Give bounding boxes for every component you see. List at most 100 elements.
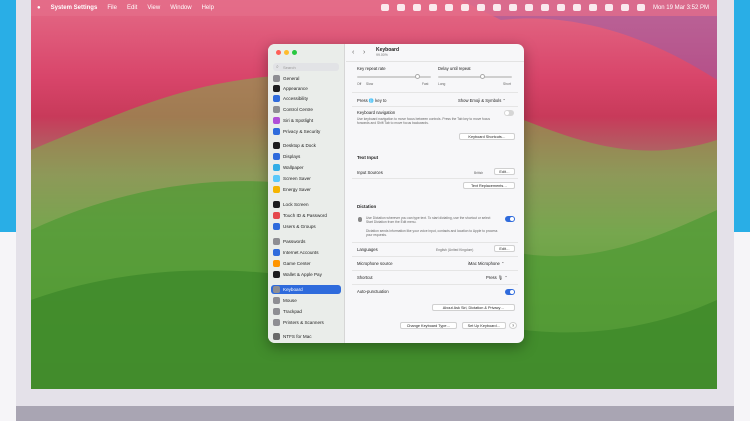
text-replacements-button[interactable]: Text Replacements… [463,182,515,189]
display-icon [273,153,280,160]
siri-icon[interactable] [636,4,645,11]
about-dictation-privacy-button[interactable]: About Ask Siri, Dictation & Privacy… [432,304,515,311]
delay-repeat-slider-knob[interactable] [479,74,485,79]
menu-window[interactable]: Window [170,5,191,11]
search-input[interactable]: ⌕ Search [273,63,339,71]
change-keyboard-type-button[interactable]: Change Keyboard Type… [400,322,457,329]
sidebar-item-displays[interactable]: Displays [271,152,341,161]
sidebar-item-appearance[interactable]: Appearance [271,84,341,93]
help-button[interactable]: ? [509,322,517,329]
keyboard-shortcuts-button[interactable]: Keyboard Shortcuts… [459,133,515,140]
shortcut-label: Shortcut [357,275,373,280]
shortcut-select[interactable]: Press 🎙 ⌃ [486,275,508,281]
sidebar-item-label: Game Center [283,261,311,266]
sidebar-item-printers-scanners[interactable]: Printers & Scanners [271,318,341,327]
menu-help[interactable]: Help [202,5,214,11]
divider [352,270,518,271]
sidebar-item-label: Wallet & Apple Pay [283,272,322,277]
minimize-button[interactable] [284,50,289,55]
pane-header: ‹ › Keyboard 99.00% [346,44,524,62]
status-icon-6[interactable] [460,4,469,11]
menubar-clock[interactable]: Mon 19 Mar 3:52 PM [653,5,709,11]
input-sources-edit-button[interactable]: Edit… [494,168,515,175]
input-sources-value: British [474,171,484,175]
menu-view[interactable]: View [147,5,160,11]
divider [352,284,518,285]
sidebar-item-label: Energy Saver [283,187,311,192]
microphone-source-select[interactable]: iMac Microphone ⌃ [468,261,505,266]
menu-bar: ● System Settings File Edit View Window … [31,0,717,16]
game-center-icon [273,260,280,267]
wallpaper-icon [273,164,280,171]
sidebar-item-privacy-security[interactable]: Privacy & Security [271,127,341,136]
control-centre-icon[interactable] [620,4,629,11]
set-up-keyboard-button[interactable]: Set Up Keyboard… [462,322,506,329]
sidebar-item-control-centre[interactable]: Control Centre [271,105,341,114]
apple-icon[interactable]: ● [37,5,41,11]
press-key-label-pre: Press [357,98,368,103]
key-repeat-slider-knob[interactable] [415,74,421,79]
status-icon-4[interactable] [428,4,437,11]
sidebar-item-label: Users & Groups [283,224,316,229]
sidebar-item-internet-accounts[interactable]: Internet Accounts [271,248,341,257]
wifi-icon[interactable] [588,4,597,11]
sidebar-item-mouse[interactable]: Mouse [271,296,341,305]
sidebar-item-energy-saver[interactable]: Energy Saver [271,185,341,194]
sidebar-item-ntfs-for-mac[interactable]: NTFS for Mac [271,332,341,341]
keyboard-navigation-toggle[interactable] [504,110,514,116]
languages-edit-button[interactable]: Edit… [494,245,515,252]
status-icon-11[interactable] [540,4,549,11]
sidebar-item-label: Screen Saver [283,176,311,181]
spotlight-icon[interactable] [604,4,613,11]
forward-chevron-icon[interactable]: › [363,49,365,56]
close-button[interactable] [276,50,281,55]
sidebar-item-general[interactable]: General [271,74,341,83]
status-icon-7[interactable] [476,4,485,11]
menu-file[interactable]: File [107,5,117,11]
status-icon-12[interactable] [556,4,565,11]
menu-system-settings[interactable]: System Settings [51,5,98,11]
sidebar-item-users-groups[interactable]: Users & Groups [271,222,341,231]
press-key-select[interactable]: Show Emoji & Symbols ⌃ [458,98,506,103]
hand-icon [273,128,280,135]
sidebar-item-siri-spotlight[interactable]: Siri & Spotlight [271,116,341,125]
status-icon-9[interactable] [508,4,517,11]
status-icon-2[interactable] [396,4,405,11]
sidebar-item-keyboard[interactable]: Keyboard [271,285,341,294]
sidebar-item-label: Desktop & Dock [283,143,316,148]
sidebar-item-passwords[interactable]: Passwords [271,237,341,246]
sidebar-item-wallet-apple-pay[interactable]: Wallet & Apple Pay [271,270,341,279]
background-right-accent [734,0,750,232]
status-icon-10[interactable] [524,4,533,11]
keyboard-pane: ‹ › Keyboard 99.00% Key repeat rate Dela… [346,44,524,343]
sidebar-item-trackpad[interactable]: Trackpad [271,307,341,316]
sidebar-item-label: Privacy & Security [283,129,321,134]
sidebar-item-screen-saver[interactable]: Screen Saver [271,174,341,183]
status-icon-5[interactable] [444,4,453,11]
delay-repeat-slider[interactable] [438,76,512,78]
status-icon-1[interactable] [380,4,389,11]
slider-off-label: Off [357,82,362,86]
microphone-key-icon: 🎙 [497,275,504,280]
auto-punctuation-toggle[interactable] [505,289,515,295]
dictation-toggle[interactable] [505,216,515,222]
dictation-heading: Dictation [357,204,377,209]
zoom-button[interactable] [292,50,297,55]
shortcut-value: Press [486,275,497,280]
sidebar-item-touch-id-password[interactable]: Touch ID & Password [271,211,341,220]
printer-icon [273,319,280,326]
sidebar-item-accessibility[interactable]: Accessibility [271,94,341,103]
status-icon-3[interactable] [412,4,421,11]
battery-status-icon[interactable] [572,4,581,11]
sidebar-item-lock-screen[interactable]: Lock Screen [271,200,341,209]
sidebar-item-game-center[interactable]: Game Center [271,259,341,268]
key-repeat-label: Key repeat rate [357,66,386,71]
sidebar-item-wallpaper[interactable]: Wallpaper [271,163,341,172]
status-icon-8[interactable] [492,4,501,11]
sidebar-item-label: Trackpad [283,309,302,314]
dictation-privacy-note: Dictation sends information like your vo… [366,229,498,237]
menu-edit[interactable]: Edit [127,5,137,11]
mouse-icon [273,297,280,304]
sidebar-item-desktop-dock[interactable]: Desktop & Dock [271,141,341,150]
back-chevron-icon[interactable]: ‹ [352,49,354,56]
